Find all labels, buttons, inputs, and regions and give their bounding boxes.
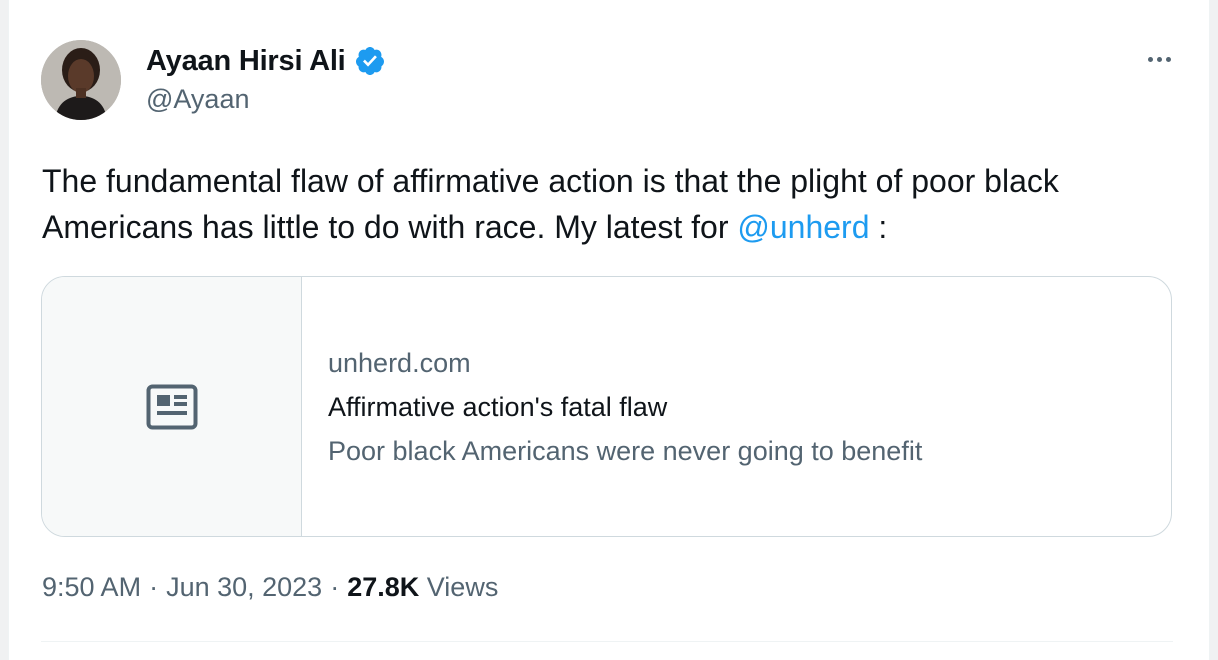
views-label: Views <box>426 572 499 602</box>
tweet-card: Ayaan Hirsi Ali @Ayaan The fundamental f… <box>8 0 1210 660</box>
views-count: 27.8K <box>347 572 420 602</box>
article-icon <box>146 384 197 429</box>
more-dot-icon <box>1165 56 1171 62</box>
tweet-time[interactable]: 9:50 AM <box>42 572 141 603</box>
link-card-text: unherd.com Affirmative action's fatal fl… <box>302 277 922 536</box>
views-group[interactable]: 27.8K Views <box>347 572 498 603</box>
meta-separator: · <box>149 572 159 602</box>
tweet-text: The fundamental flaw of affirmative acti… <box>42 158 1182 250</box>
more-dot-icon <box>1147 56 1153 62</box>
tweet-text-tail: : <box>869 209 888 245</box>
tweet-date[interactable]: Jun 30, 2023 <box>166 572 322 603</box>
author-handle[interactable]: @Ayaan <box>146 84 249 115</box>
verified-badge-icon[interactable] <box>354 45 386 77</box>
author-name-row: Ayaan Hirsi Ali <box>146 42 386 80</box>
tweet-meta: 9:50 AM · Jun 30, 2023 · 27.8K Views <box>42 572 498 603</box>
divider <box>41 641 1173 642</box>
tweet-text-body: The fundamental flaw of affirmative acti… <box>42 163 1059 245</box>
profile-photo-icon <box>41 40 121 120</box>
link-card-title: Affirmative action's fatal flaw <box>328 391 668 422</box>
link-card-media <box>42 277 302 536</box>
more-dot-icon <box>1156 56 1162 62</box>
mention-link[interactable]: @unherd <box>737 209 869 245</box>
author-display-name[interactable]: Ayaan Hirsi Ali <box>146 45 346 78</box>
link-card-domain: unherd.com <box>328 347 471 378</box>
link-card-description: Poor black Americans were never going to… <box>328 435 923 466</box>
avatar[interactable] <box>41 40 121 120</box>
link-preview-card[interactable]: unherd.com Affirmative action's fatal fl… <box>41 276 1172 537</box>
more-options-button[interactable] <box>1139 44 1179 74</box>
meta-separator: · <box>330 572 340 602</box>
